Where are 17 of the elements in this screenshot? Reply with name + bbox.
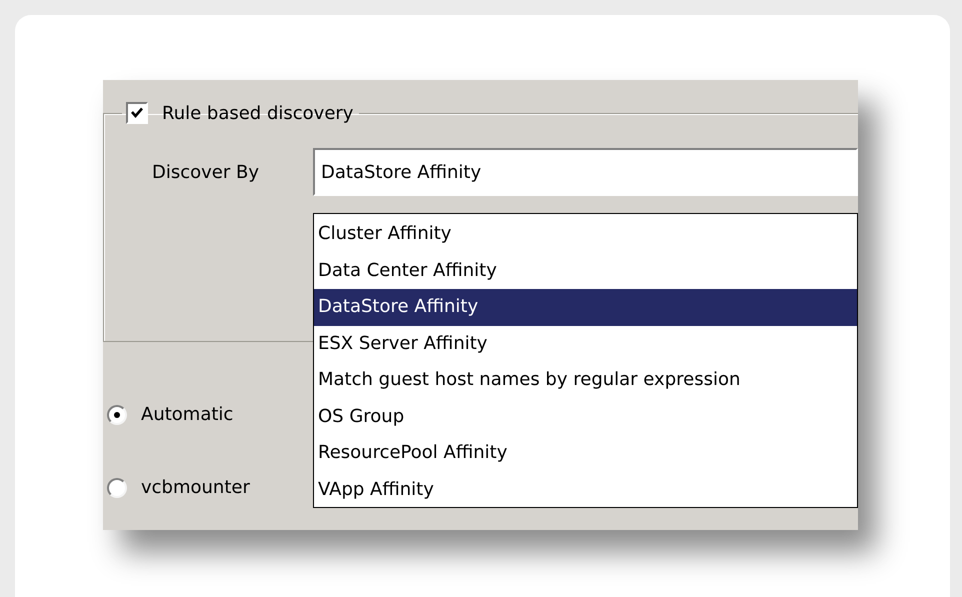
dropdown-option[interactable]: VApp Affinity (314, 472, 857, 508)
dropdown-option[interactable]: DataStore Affinity (314, 289, 857, 326)
check-icon (130, 106, 144, 120)
checkbox[interactable] (126, 102, 148, 124)
field-label: Discover By (151, 162, 260, 182)
dropdown-option[interactable]: ResourcePool Affinity (314, 435, 857, 472)
dropdown-option[interactable]: ESX Server Affinity (314, 326, 857, 362)
dropdown-field[interactable]: DataStore Affinity (313, 148, 858, 196)
dropdown-option[interactable]: OS Group (314, 398, 857, 435)
radio-label: vcbmounter (141, 477, 250, 498)
dropdown-option[interactable]: Match guest host names by regular expression (314, 362, 857, 398)
dropdown-option[interactable]: Cluster Affinity (314, 216, 857, 252)
group-label: Rule based discovery (162, 102, 354, 124)
radio-label: Automatic (141, 404, 234, 425)
radio-button[interactable] (107, 404, 127, 424)
radio-button[interactable] (107, 478, 127, 498)
dropdown-option[interactable]: Data Center Affinity (314, 252, 857, 289)
